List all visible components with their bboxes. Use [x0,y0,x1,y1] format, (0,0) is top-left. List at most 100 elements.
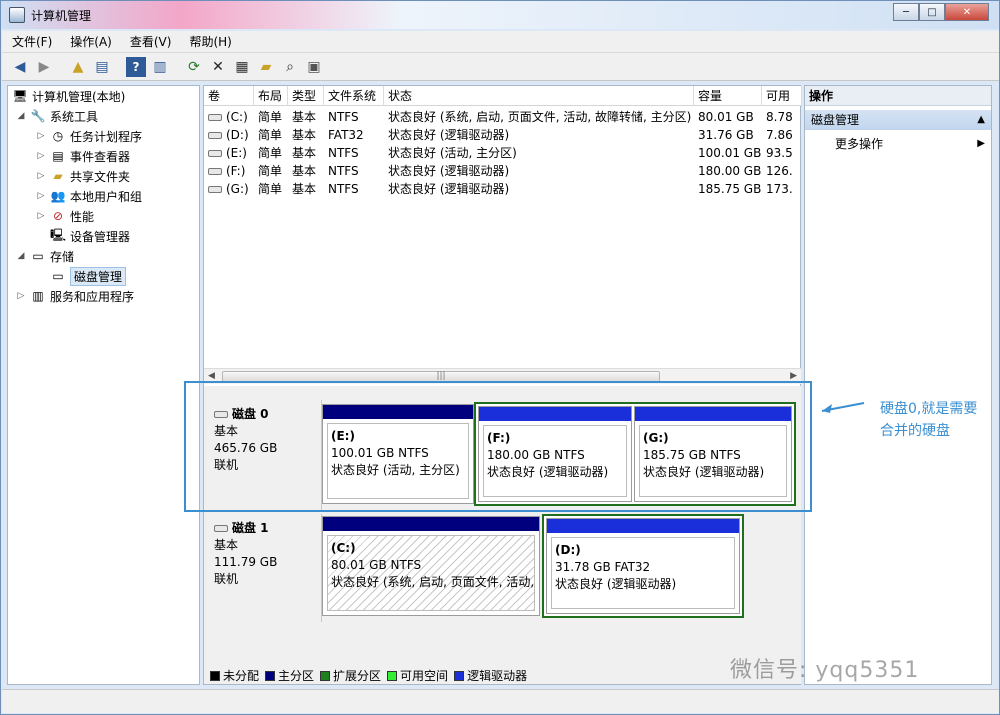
tree-item-shared-folders[interactable]: ▷ ▰ 共享文件夹 [36,166,130,186]
primary-swatch [265,671,276,681]
extended-swatch [320,671,331,681]
forward-arrow-icon[interactable]: ▶ [34,57,54,77]
collapsed-icon[interactable]: ▷ [36,131,46,141]
disk-name: 磁盘 1 [232,521,269,535]
cell-layout: 简单 [258,182,283,196]
legend-item: 可用空间 [387,667,448,684]
more-actions[interactable]: 更多操作 [835,134,883,154]
menu-file[interactable]: 文件(F) [12,33,52,50]
tree-item-services[interactable]: ▷ ▥ 服务和应用程序 [16,286,134,306]
help-icon[interactable]: ? [126,56,146,77]
scroll-left-icon[interactable]: ◀ [208,371,215,381]
partition-size: 31.78 GB FAT32 [555,560,651,574]
cell-status: 状态良好 (逻辑驱动器) [388,164,510,178]
primary-partition-bar [323,517,539,531]
open-folder-icon[interactable]: ▰ [256,57,276,77]
tree-item-system-tools[interactable]: ◢ 🔧 系统工具 [16,106,98,126]
title-bar[interactable]: 计算机管理 ─ □ ✕ [1,1,999,29]
action-pane-icon[interactable]: ▥ [150,57,170,77]
users-icon: 👥 [50,189,66,203]
collapsed-icon[interactable]: ▷ [36,171,46,181]
collapse-icon[interactable]: ▲ [977,110,985,130]
disk-icon [214,525,228,532]
annotation-arrow-icon [821,402,865,413]
table-row[interactable]: (C:) 简单 基本 NTFS 状态良好 (系统, 启动, 页面文件, 活动, … [204,108,802,126]
watermark-text: 微信号: yqq5351 [730,658,920,683]
minimize-button[interactable]: ─ [893,3,919,21]
menu-view[interactable]: 查看(V) [130,33,172,50]
col-filesystem[interactable]: 文件系统 [324,86,384,106]
delete-icon[interactable]: ✕ [208,57,228,77]
section-label: 磁盘管理 [811,113,860,127]
refresh-icon[interactable]: ⟳ [184,57,204,77]
cell-free: 93.5( [766,146,792,160]
menu-bar: 文件(F) 操作(A) 查看(V) 帮助(H) [2,31,999,53]
status-bar [2,689,999,713]
col-type[interactable]: 类型 [288,86,324,106]
menu-help[interactable]: 帮助(H) [189,33,231,50]
tree-item-local-users[interactable]: ▷ 👥 本地用户和组 [36,186,142,206]
tree-item-event-viewer[interactable]: ▷ ▤ 事件查看器 [36,146,130,166]
actions-section-disk-management[interactable]: 磁盘管理 ▲ [805,110,991,130]
cell-layout: 简单 [258,128,283,142]
collapsed-icon[interactable]: ▷ [36,211,46,221]
show-tree-icon[interactable]: ▤ [92,57,112,77]
cell-capacity: 31.76 GB [698,128,754,142]
tree-item-root[interactable]: 🖥 计算机管理(本地) [12,86,125,106]
tree-item-performance[interactable]: ▷ ⊘ 性能 [36,206,94,226]
expanded-icon[interactable]: ◢ [16,251,26,261]
collapsed-icon[interactable]: ▷ [36,191,46,201]
disk-state: 联机 [214,572,239,586]
table-row[interactable]: (G:) 简单 基本 NTFS 状态良好 (逻辑驱动器) 185.75 GB 1… [204,180,802,198]
maximize-button[interactable]: □ [919,3,945,21]
col-layout[interactable]: 布局 [254,86,288,106]
submenu-arrow-icon[interactable]: ▶ [977,134,985,154]
legend-label: 主分区 [278,668,315,683]
tree-item-device-manager[interactable]: 🖳 设备管理器 [50,226,130,246]
storage-icon: ▭ [32,249,44,263]
drive-icon [208,186,222,193]
cell-layout: 简单 [258,146,283,160]
cell-volume: (E:) [226,146,247,160]
partition-d[interactable]: (D:) 31.78 GB FAT32 状态良好 (逻辑驱动器) [546,518,740,614]
table-row[interactable]: (E:) 简单 基本 NTFS 状态良好 (活动, 主分区) 100.01 GB… [204,144,802,162]
collapsed-icon[interactable]: ▷ [16,291,26,301]
tree-item-disk-management[interactable]: ▭ 磁盘管理 [50,266,127,286]
back-arrow-icon[interactable]: ◀ [10,57,30,77]
partition-status: 状态良好 (逻辑驱动器) [555,577,677,591]
scroll-right-icon[interactable]: ▶ [790,371,797,381]
cell-filesystem: NTFS [328,110,359,124]
tree-item-storage[interactable]: ◢ ▭ 存储 [16,246,74,266]
table-row[interactable]: (F:) 简单 基本 NTFS 状态良好 (逻辑驱动器) 180.00 GB 1… [204,162,802,180]
legend-item: 主分区 [265,667,314,684]
logical-drive-bar [547,519,739,533]
col-volume[interactable]: 卷 [204,86,254,106]
cell-status: 状态良好 (逻辑驱动器) [388,128,510,142]
properties-icon[interactable]: ▦ [232,57,252,77]
partition-letter: (C:) [331,541,356,555]
cell-status: 状态良好 (活动, 主分区) [388,146,517,160]
table-row[interactable]: (D:) 简单 基本 FAT32 状态良好 (逻辑驱动器) 31.76 GB 7… [204,126,802,144]
computer-icon: 🖥 [12,89,28,103]
up-folder-icon[interactable]: ▲ [68,57,88,77]
tree-item-task-scheduler[interactable]: ▷ ◷ 任务计划程序 [36,126,142,146]
expanded-icon[interactable]: ◢ [16,111,26,121]
search-icon[interactable]: ⌕ [280,57,300,77]
disk-size: 111.79 GB [214,555,278,569]
disk-1-label[interactable]: 磁盘 1 基本 111.79 GB 联机 [204,514,322,622]
col-status[interactable]: 状态 [384,86,694,106]
col-capacity[interactable]: 容量 [694,86,762,106]
close-button[interactable]: ✕ [945,3,989,21]
partition-c[interactable]: (C:) 80.01 GB NTFS 状态良好 (系统, 启动, 页面文件, 活… [322,516,540,616]
free-space-swatch [387,671,398,681]
cell-volume: (G:) [226,182,249,196]
collapsed-icon[interactable]: ▷ [36,151,46,161]
menu-action[interactable]: 操作(A) [70,33,112,50]
disk-settings-icon[interactable]: ▣ [304,57,324,77]
event-log-icon: ▤ [52,149,64,163]
drive-icon [208,150,222,157]
col-free[interactable]: 可用 [762,86,802,106]
cell-free: 173.7 [766,182,792,196]
shared-folder-icon: ▰ [53,169,63,183]
logical-swatch [454,671,465,681]
